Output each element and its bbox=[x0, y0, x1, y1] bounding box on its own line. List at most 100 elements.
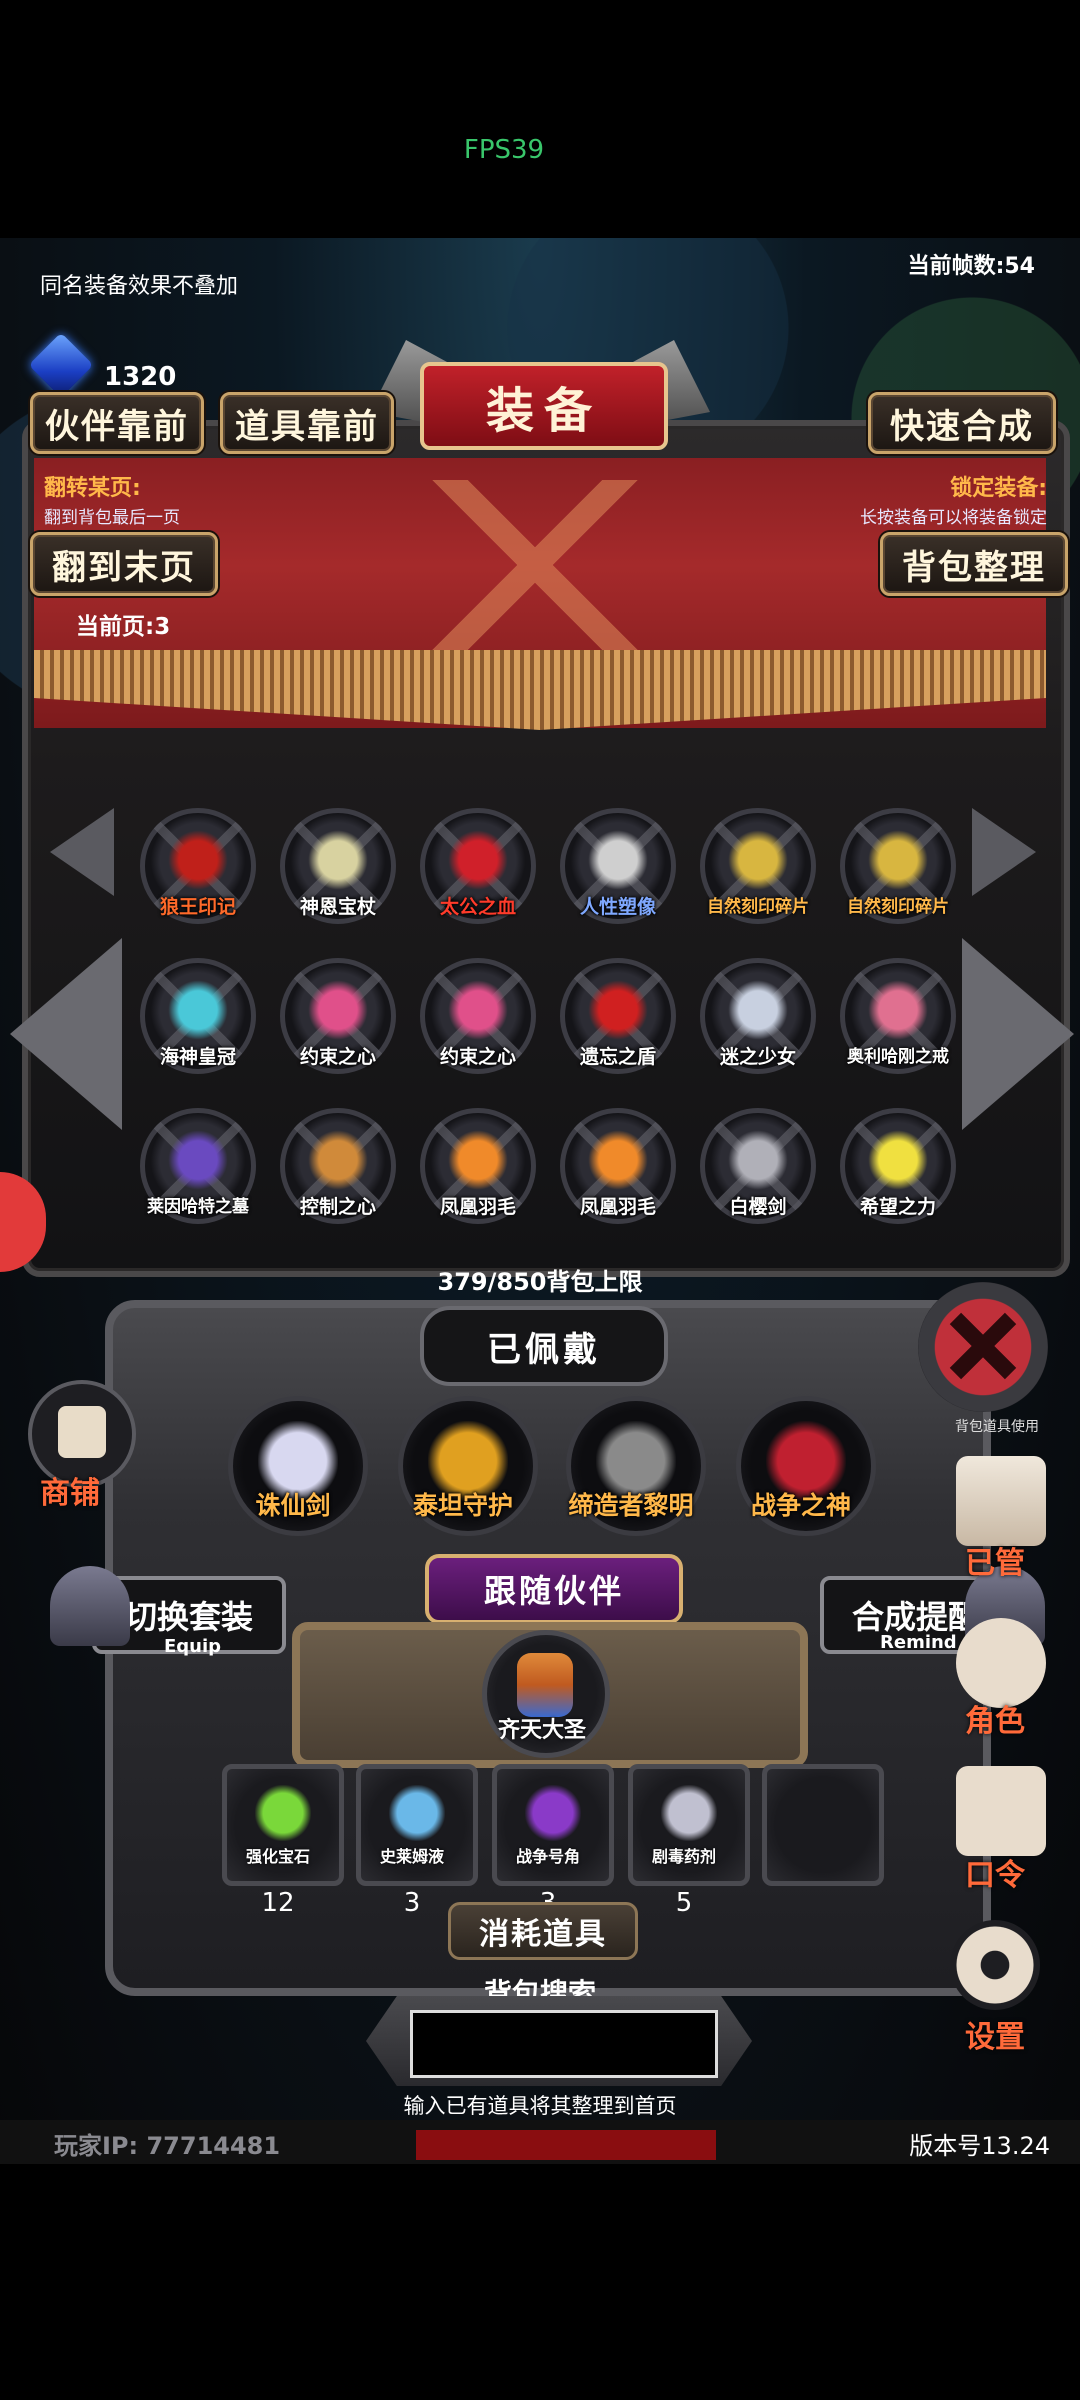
switch-set-label: 切换套装 bbox=[124, 1598, 253, 1636]
inventory-slot[interactable]: 莱因哈特之墓 bbox=[140, 1108, 256, 1224]
consumable-icon bbox=[255, 1785, 311, 1841]
inventory-slot[interactable]: 迷之少女 bbox=[700, 958, 816, 1074]
consumables-title: 消耗道具 bbox=[448, 1902, 638, 1960]
gem-count: 1320 bbox=[104, 362, 177, 392]
inventory-slot[interactable]: 人性塑像 bbox=[560, 808, 676, 924]
shield-icon bbox=[588, 980, 648, 1040]
ring-icon bbox=[868, 980, 928, 1040]
inventory-slot[interactable]: 控制之心 bbox=[280, 1108, 396, 1224]
girl-icon bbox=[728, 980, 788, 1040]
inventory-slot[interactable]: 白樱剑 bbox=[700, 1108, 816, 1224]
consumable-count: 12 bbox=[261, 1888, 295, 1918]
consumable-slot[interactable] bbox=[356, 1764, 478, 1886]
wolf-seal-icon bbox=[168, 830, 228, 890]
hp-bar bbox=[416, 2130, 716, 2160]
helmet-left-icon bbox=[50, 1566, 130, 1646]
consumable-icon bbox=[661, 1785, 717, 1841]
item-name: 控制之心 bbox=[299, 1196, 376, 1218]
sort-bag-button[interactable]: 背包整理 bbox=[880, 532, 1068, 596]
item-name: 白樱剑 bbox=[729, 1196, 787, 1218]
monkey-king-icon bbox=[517, 1653, 573, 1717]
items-first-button[interactable]: 道具靠前 bbox=[220, 392, 394, 454]
crown-icon bbox=[168, 980, 228, 1040]
blood-potion-icon bbox=[448, 830, 508, 890]
manage-label: 已管 bbox=[965, 1546, 1025, 1581]
item-name: 遗忘之盾 bbox=[579, 1046, 656, 1068]
flip-page-desc: 翻到背包最后一页 bbox=[44, 508, 180, 528]
dice-icon[interactable] bbox=[956, 1456, 1046, 1546]
equipped-item-name: 诛仙剑 bbox=[255, 1491, 331, 1520]
inventory-slot[interactable]: 狼王印记 bbox=[140, 808, 256, 924]
consumable-count: 5 bbox=[675, 1888, 693, 1918]
consumable-name: 战争号角 bbox=[515, 1847, 580, 1866]
item-name: 莱因哈特之墓 bbox=[147, 1197, 249, 1217]
flip-page-title: 翻转某页: bbox=[44, 476, 141, 501]
nature-shard-icon bbox=[728, 830, 788, 890]
partner-first-button[interactable]: 伙伴靠前 bbox=[30, 392, 204, 454]
next-page-arrow-icon[interactable] bbox=[962, 938, 1074, 1130]
lock-equip-title: 锁定装备: bbox=[950, 476, 1047, 501]
shop-icon bbox=[58, 1406, 106, 1458]
star-icon bbox=[868, 1130, 928, 1190]
inventory-slot[interactable]: 凤凰羽毛 bbox=[420, 1108, 536, 1224]
inventory-slot[interactable]: 遗忘之盾 bbox=[560, 958, 676, 1074]
empty-consumable-slot[interactable] bbox=[762, 1764, 884, 1886]
consumable-slot[interactable] bbox=[628, 1764, 750, 1886]
item-name: 狼王印记 bbox=[159, 896, 236, 918]
consumable-count: 3 bbox=[403, 1888, 421, 1918]
crossed-swords-emblem-icon bbox=[400, 480, 670, 650]
inventory-slot[interactable]: 希望之力 bbox=[840, 1108, 956, 1224]
role-label: 角色 bbox=[965, 1704, 1025, 1739]
consumable-icon bbox=[389, 1785, 445, 1841]
inventory-slot[interactable]: 奥利哈刚之戒 bbox=[840, 958, 956, 1074]
scroll-icon[interactable] bbox=[956, 1766, 1046, 1856]
item-name: 约束之心 bbox=[439, 1046, 516, 1068]
next-page-small-arrow-icon[interactable] bbox=[972, 808, 1036, 896]
merge-remind-sublabel: Remind bbox=[880, 1632, 957, 1653]
inventory-slot[interactable]: 约束之心 bbox=[280, 958, 396, 1074]
page-title: 装备 bbox=[420, 362, 668, 450]
feather-icon bbox=[588, 1130, 648, 1190]
prev-page-arrow-icon[interactable] bbox=[10, 938, 122, 1130]
shop-label: 商铺 bbox=[40, 1476, 100, 1511]
quick-merge-button[interactable]: 快速合成 bbox=[868, 392, 1056, 454]
item-name: 约束之心 bbox=[299, 1046, 376, 1068]
inventory-slot[interactable]: 凤凰羽毛 bbox=[560, 1108, 676, 1224]
character-icon[interactable] bbox=[956, 1618, 1046, 1708]
consumable-name: 强化宝石 bbox=[245, 1847, 310, 1866]
consumable-icon bbox=[525, 1785, 581, 1841]
item-name: 自然刻印碎片 bbox=[707, 897, 809, 917]
last-page-button[interactable]: 翻到末页 bbox=[30, 532, 218, 596]
close-button[interactable] bbox=[918, 1282, 1048, 1412]
equipped-item-name: 缔造者黎明 bbox=[568, 1491, 694, 1520]
consumable-slot[interactable] bbox=[492, 1764, 614, 1886]
player-ip: 玩家IP: 77714481 bbox=[54, 2132, 281, 2160]
consumable-name: 史莱姆液 bbox=[379, 1847, 444, 1866]
consumable-name: 剧毒药剂 bbox=[651, 1847, 716, 1866]
inventory-slot[interactable]: 约束之心 bbox=[420, 958, 536, 1074]
current-page: 当前页:3 bbox=[76, 614, 171, 640]
item-name: 奥利哈刚之戒 bbox=[847, 1047, 949, 1067]
item-name: 人性塑像 bbox=[579, 896, 656, 918]
consumable-slot[interactable] bbox=[222, 1764, 344, 1886]
version-label: 版本号13.24 bbox=[909, 2132, 1050, 2160]
item-name: 迷之少女 bbox=[719, 1046, 796, 1068]
item-name: 神恩宝杖 bbox=[299, 896, 376, 918]
equipped-item-name: 泰坦守护 bbox=[412, 1491, 513, 1520]
lock-equip-desc: 长按装备可以将装备锁定 bbox=[860, 508, 1047, 528]
item-name: 凤凰羽毛 bbox=[439, 1196, 516, 1218]
gear-icon[interactable] bbox=[950, 1920, 1040, 2010]
feather-icon bbox=[448, 1130, 508, 1190]
prev-page-small-arrow-icon[interactable] bbox=[50, 808, 114, 896]
control-heart-icon bbox=[308, 1130, 368, 1190]
item-name: 自然刻印碎片 bbox=[847, 897, 949, 917]
inventory-slot[interactable]: 神恩宝杖 bbox=[280, 808, 396, 924]
inventory-slot[interactable]: 自然刻印碎片 bbox=[700, 808, 816, 924]
inventory-slot[interactable]: 海神皇冠 bbox=[140, 958, 256, 1074]
statue-icon bbox=[588, 830, 648, 890]
staff-icon bbox=[308, 830, 368, 890]
inventory-slot[interactable]: 太公之血 bbox=[420, 808, 536, 924]
close-hint: 背包道具使用 bbox=[955, 1419, 1039, 1435]
search-input[interactable] bbox=[410, 2010, 718, 2078]
inventory-slot[interactable]: 自然刻印碎片 bbox=[840, 808, 956, 924]
